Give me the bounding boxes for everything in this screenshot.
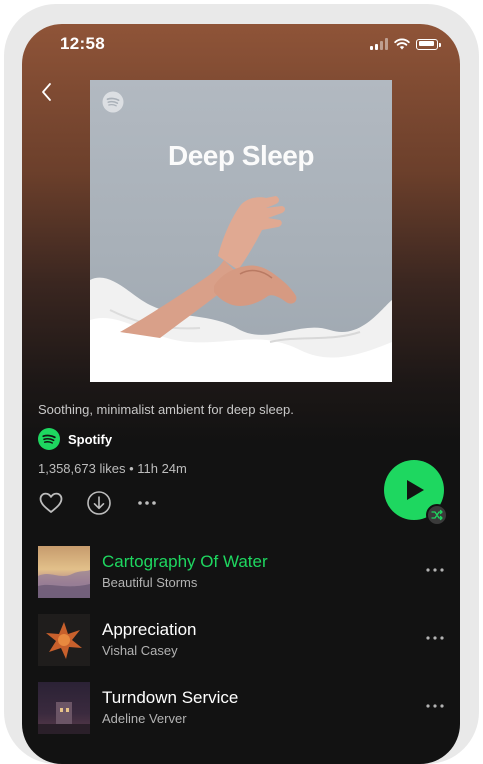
track-row[interactable]: Appreciation Vishal Casey — [22, 610, 460, 678]
track-artist: Beautiful Storms — [102, 575, 198, 590]
track-list: Cartography Of Water Beautiful Storms Ap… — [22, 542, 460, 746]
cover-art-hands — [90, 196, 392, 382]
playlist-cover: Deep Sleep — [90, 80, 392, 382]
battery-icon — [416, 38, 441, 50]
cover-title: Deep Sleep — [168, 140, 314, 171]
ellipsis-icon[interactable] — [424, 698, 446, 714]
ellipsis-icon[interactable] — [134, 490, 160, 516]
play-icon — [407, 480, 424, 500]
spotify-logo-icon — [38, 428, 60, 450]
album-art — [38, 546, 90, 598]
download-icon[interactable] — [86, 490, 112, 516]
cellular-signal-icon — [370, 38, 388, 50]
album-art — [38, 614, 90, 666]
status-bar: 12:58 — [22, 24, 460, 64]
track-row[interactable]: Turndown Service Adeline Verver — [22, 678, 460, 746]
shuffle-button[interactable] — [426, 504, 448, 526]
playlist-description: Soothing, minimalist ambient for deep sl… — [38, 402, 294, 417]
ellipsis-icon[interactable] — [424, 562, 446, 578]
track-title: Cartography Of Water — [102, 552, 268, 571]
album-art — [38, 682, 90, 734]
status-time: 12:58 — [60, 34, 105, 53]
track-artist: Adeline Verver — [102, 711, 187, 726]
ellipsis-icon[interactable] — [424, 630, 446, 646]
wifi-icon — [394, 38, 410, 50]
track-title: Appreciation — [102, 620, 197, 639]
action-row — [38, 490, 160, 516]
owner-name: Spotify — [68, 431, 113, 447]
track-row[interactable]: Cartography Of Water Beautiful Storms — [22, 542, 460, 610]
back-button[interactable] — [36, 80, 60, 104]
status-icons — [370, 38, 441, 50]
playlist-owner[interactable]: Spotify — [38, 428, 112, 450]
heart-icon[interactable] — [38, 490, 64, 516]
spotify-logo-icon — [102, 91, 124, 113]
track-title: Turndown Service — [102, 688, 239, 707]
shuffle-icon — [431, 509, 443, 521]
playlist-stats: 1,358,673 likes • 11h 24m — [38, 461, 187, 476]
playlist-screen: 12:58 Deep Sleep Soothing, minimalist am… — [22, 24, 460, 764]
track-artist: Vishal Casey — [102, 643, 178, 658]
